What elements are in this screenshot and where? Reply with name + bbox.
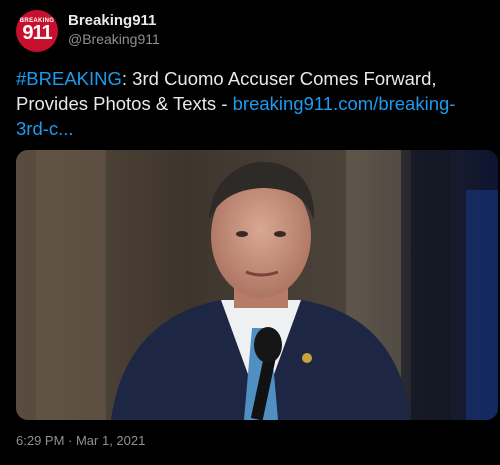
avatar[interactable]: BREAKING 911 [16, 10, 58, 52]
account-name[interactable]: Breaking911 [68, 12, 156, 29]
photo-illustration [16, 150, 498, 420]
tweet-photo[interactable] [16, 150, 498, 420]
tweet-text: #BREAKING: 3rd Cuomo Accuser Comes Forwa… [16, 66, 486, 141]
avatar-big-text: 911 [22, 22, 52, 44]
account-handle[interactable]: @Breaking911 [68, 31, 160, 47]
hashtag-link[interactable]: #BREAKING [16, 68, 122, 89]
tweet-card: BREAKING 911 Breaking911 @Breaking911 #B… [0, 0, 500, 465]
tweet-timestamp[interactable]: 6:29 PM · Mar 1, 2021 [16, 433, 145, 448]
